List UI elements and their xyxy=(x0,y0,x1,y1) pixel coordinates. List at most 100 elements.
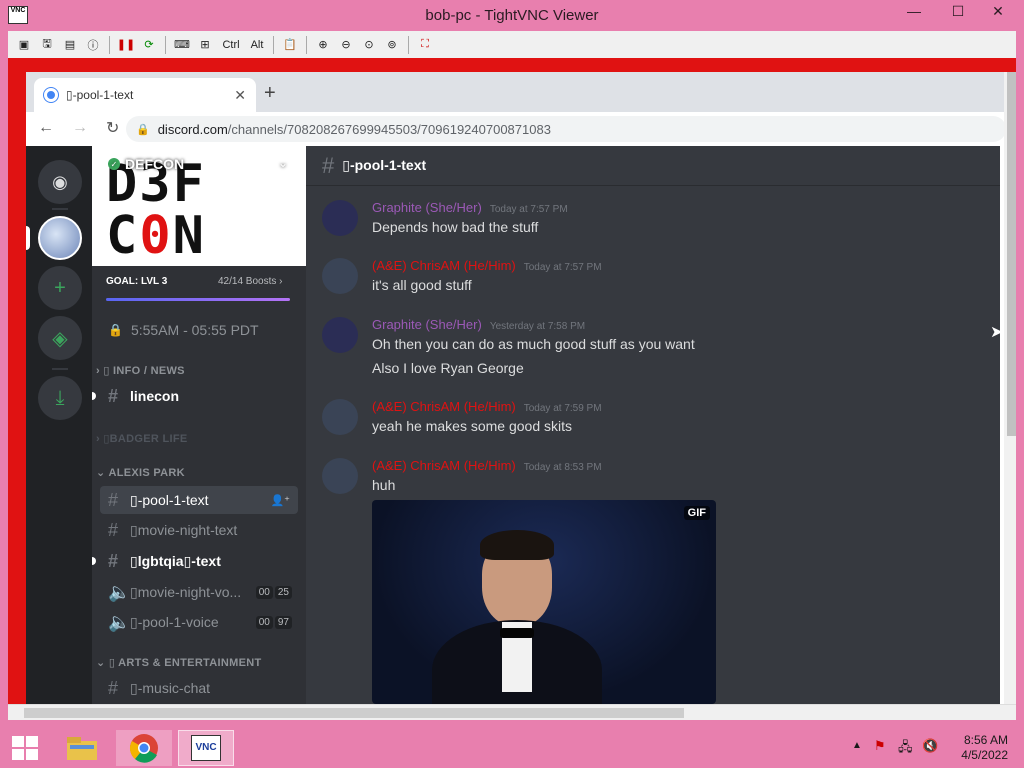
tab-close-icon[interactable]: ✕ xyxy=(234,87,246,104)
server-name[interactable]: ✓ DEFCON xyxy=(108,156,184,172)
url-path: /channels/708208267699945503/70961924070… xyxy=(227,121,551,137)
vnc-icon-label: VNC xyxy=(191,735,221,761)
remote-desktop-background xyxy=(8,58,26,704)
reload-icon[interactable]: ↻ xyxy=(106,118,119,138)
boost-count[interactable]: 42/14 Boosts › xyxy=(218,276,282,287)
ctrl-alt-del-icon[interactable]: ⌨ xyxy=(172,35,192,55)
channel-movie-night-voice[interactable]: 🔈 ▯movie-night-vo... 00 25 xyxy=(100,578,298,606)
message-header: Graphite (She/Her) Yesterday at 7:58 PM xyxy=(372,317,585,332)
category-badger-life[interactable]: › ▯BADGER LIFE xyxy=(96,432,188,445)
file-explorer-icon[interactable] xyxy=(54,730,110,766)
chrome-taskbar-icon[interactable] xyxy=(116,730,172,766)
zoom-in-icon[interactable]: ⊕ xyxy=(313,35,333,55)
clipboard-icon[interactable]: 📋 xyxy=(280,35,300,55)
author-name[interactable]: Graphite (She/Her) xyxy=(372,200,482,215)
category-info-news[interactable]: › ▯ INFO / NEWS xyxy=(96,364,185,377)
schedule-text: 5:55AM - 05:55 PDT xyxy=(130,322,259,338)
windows-start-icon[interactable] xyxy=(12,736,38,760)
category-alexis-park[interactable]: ⌄ ALEXIS PARK xyxy=(96,466,185,479)
message-text: Depends how bad the stuff xyxy=(372,219,539,235)
unread-indicator xyxy=(92,557,96,565)
address-bar[interactable]: 🔒 discord.com/channels/70820826769994550… xyxy=(126,116,1006,142)
info-icon[interactable]: ⓘ xyxy=(83,35,103,55)
alt-key-button[interactable]: Alt xyxy=(247,35,267,55)
hashtag-icon: # xyxy=(108,677,119,698)
ctrl-key-button[interactable]: Ctrl xyxy=(218,35,244,55)
invite-icon[interactable]: 👤⁺ xyxy=(270,494,290,507)
pause-icon[interactable]: ❚❚ xyxy=(116,35,136,55)
avatar[interactable] xyxy=(322,258,358,294)
vnc-horizontal-scrollbar[interactable] xyxy=(8,704,1016,720)
discord-home-icon[interactable]: ◉ xyxy=(38,160,82,204)
gif-bowtie xyxy=(500,628,534,638)
refresh-icon[interactable]: ⟳ xyxy=(139,35,159,55)
gif-badge: GIF xyxy=(683,506,710,520)
download-apps-icon[interactable]: ⤓ xyxy=(38,376,82,420)
windows-taskbar: VNC ▲ ⚑ 🖧 🔇 8:56 AM 4/5/2022 xyxy=(0,728,1024,768)
message-text: Also I love Ryan George xyxy=(372,360,524,376)
guild-divider xyxy=(52,208,68,210)
forward-arrow-icon[interactable]: → xyxy=(72,119,88,137)
add-server-icon[interactable]: + xyxy=(38,266,82,310)
message-header: Graphite (She/Her) Today at 7:57 PM xyxy=(372,200,568,215)
explore-compass-icon[interactable]: ◈ xyxy=(38,316,82,360)
new-tab-button[interactable]: + xyxy=(264,82,276,105)
channel-pool-1-voice[interactable]: 🔈 ▯-pool-1-voice 00 97 xyxy=(100,608,298,636)
volume-muted-icon[interactable]: 🔇 xyxy=(922,738,938,754)
toolbar-divider xyxy=(273,35,274,54)
zoom-100-icon[interactable]: ⊙ xyxy=(359,35,379,55)
new-connection-icon[interactable]: ▣ xyxy=(14,35,34,55)
zoom-out-icon[interactable]: ⊖ xyxy=(336,35,356,55)
channel-pool-1-text[interactable]: # ▯-pool-1-text 👤⁺ xyxy=(100,486,298,514)
category-arts-entertainment[interactable]: ⌄ ▯ ARTS & ENTERTAINMENT xyxy=(96,656,261,669)
action-center-flag-icon[interactable]: ⚑ xyxy=(874,738,886,754)
tab-title: ▯-pool-1-text xyxy=(66,88,134,102)
gif-embed[interactable]: GIF xyxy=(372,500,716,704)
defcon-server-icon[interactable] xyxy=(38,216,82,260)
avatar[interactable] xyxy=(322,317,358,353)
fullscreen-icon[interactable]: ⛶ xyxy=(415,35,435,55)
system-clock[interactable]: 8:56 AM 4/5/2022 xyxy=(938,733,1008,763)
channel-lgbtqia-text[interactable]: # ▯lgbtqia▯-text xyxy=(100,547,298,575)
vnc-app-icon[interactable]: VNC xyxy=(8,6,28,24)
network-icon[interactable]: 🖧 xyxy=(898,738,913,760)
hashtag-icon: # xyxy=(108,550,119,571)
avatar[interactable] xyxy=(322,458,358,494)
channel-music-chat[interactable]: # ▯-music-chat xyxy=(100,674,298,702)
scrollbar-thumb[interactable] xyxy=(1007,72,1016,436)
back-arrow-icon[interactable]: ← xyxy=(38,119,54,137)
channel-sidebar: D3F C0N ✓ DEFCON ⌄ GOAL: LVL 3 42/14 Boo… xyxy=(92,146,306,704)
browser-tab[interactable]: ▯-pool-1-text ✕ xyxy=(34,78,256,112)
browser-vertical-scrollbar[interactable] xyxy=(1004,72,1016,704)
minimize-button[interactable]: — xyxy=(896,0,932,24)
clock-time: 8:56 AM xyxy=(963,733,1008,747)
hashtag-icon: # xyxy=(108,519,119,540)
avatar[interactable] xyxy=(322,399,358,435)
channel-header: # ▯-pool-1-text xyxy=(306,146,1000,186)
hashtag-icon: # xyxy=(322,152,335,178)
win-key-icon[interactable]: ⊞ xyxy=(195,35,215,55)
avatar[interactable] xyxy=(322,200,358,236)
channel-linecon[interactable]: # linecon xyxy=(100,382,298,410)
server-list: ◉ + ◈ ⤓ xyxy=(26,146,92,704)
vnc-window-title: bob-pc - TightVNC Viewer xyxy=(425,7,599,24)
author-name[interactable]: (A&E) ChrisAM (He/Him) xyxy=(372,458,516,473)
save-icon[interactable]: 🖫 xyxy=(37,35,57,55)
channel-movie-night-text[interactable]: # ▯movie-night-text xyxy=(100,516,298,544)
author-name[interactable]: (A&E) ChrisAM (He/Him) xyxy=(372,399,516,414)
chevron-down-icon[interactable]: ⌄ xyxy=(278,156,288,170)
remote-desktop-viewport[interactable]: ▯-pool-1-text ✕ + ← → ↻ 🔒 discord.com/ch… xyxy=(8,58,1016,704)
schedule-channel[interactable]: 🔒 5:55AM - 05:55 PDT xyxy=(108,322,259,338)
close-button[interactable]: ✕ xyxy=(976,0,1020,24)
server-banner[interactable]: D3F C0N ✓ DEFCON ⌄ xyxy=(92,146,306,266)
author-name[interactable]: (A&E) ChrisAM (He/Him) xyxy=(372,258,516,273)
boost-goal: GOAL: LVL 3 xyxy=(106,276,168,287)
zoom-fit-icon[interactable]: ⊚ xyxy=(382,35,402,55)
author-name[interactable]: Graphite (She/Her) xyxy=(372,317,482,332)
user-count-badge: 00 xyxy=(255,615,273,629)
tray-chevron-up-icon[interactable]: ▲ xyxy=(852,740,862,751)
maximize-button[interactable]: ☐ xyxy=(940,0,976,24)
scrollbar-thumb[interactable] xyxy=(24,708,684,718)
options-icon[interactable]: ▤ xyxy=(60,35,80,55)
tightvnc-taskbar-icon[interactable]: VNC xyxy=(178,730,234,766)
